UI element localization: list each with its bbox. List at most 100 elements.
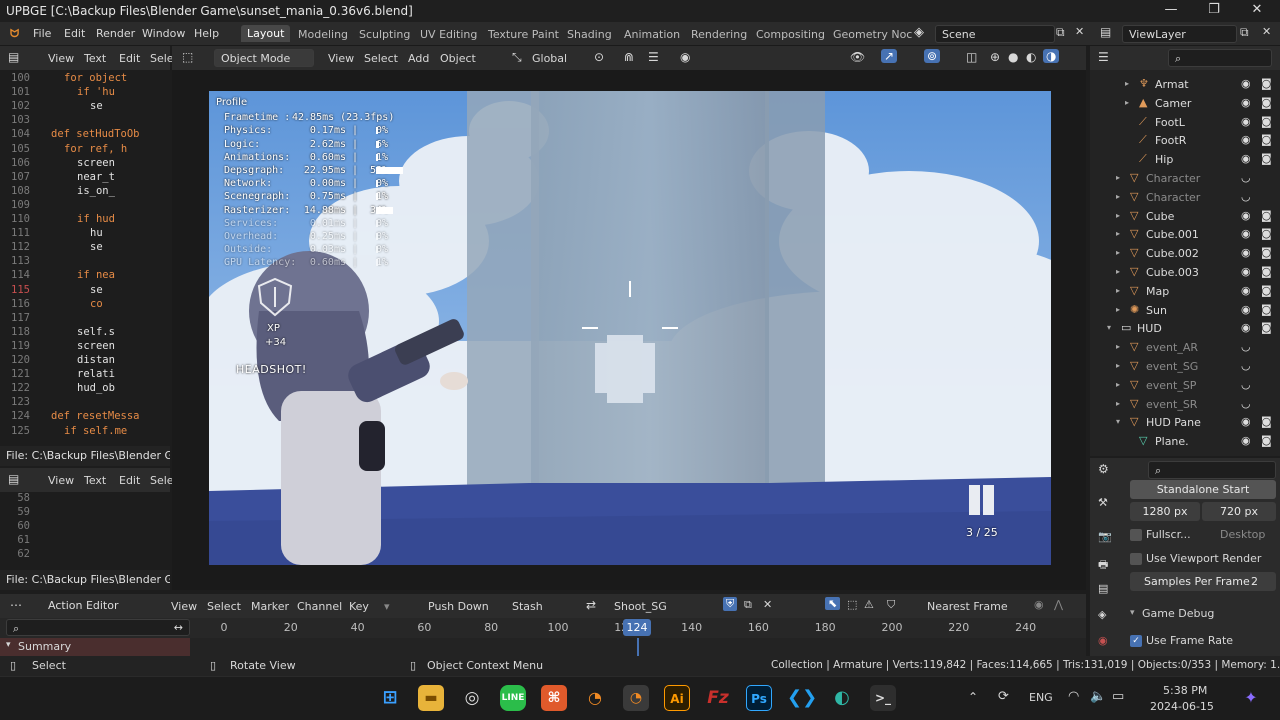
eye-icon[interactable]: ◉ [1241, 321, 1251, 334]
wireframe-shading-icon[interactable]: ⊕ [990, 50, 1000, 64]
wifi-icon[interactable]: ◠ [1068, 689, 1079, 704]
chevron-right-icon[interactable]: ▸ [1116, 229, 1120, 238]
timeline-ruler[interactable]: ⌕ ↔ 020406080100120140160180200220240 12… [0, 618, 1086, 638]
action-browse-icon[interactable]: ⇄ [586, 598, 596, 612]
filter-icon[interactable]: ⛉ [887, 598, 895, 612]
workspace-tab-compositing[interactable]: Compositing [756, 28, 825, 41]
menu-file[interactable]: File [33, 27, 51, 40]
eye-closed-icon[interactable]: ◡ [1241, 359, 1251, 372]
render-camera-icon[interactable]: ◙ [1261, 284, 1272, 297]
workspace-tab-rendering[interactable]: Rendering [691, 28, 747, 41]
show-hidden-icon[interactable]: ⬚ [847, 598, 857, 611]
overlays-toggle-icon[interactable]: ⊚ [924, 49, 941, 63]
new-action-icon[interactable]: ⧉ [744, 598, 752, 612]
render-camera-icon[interactable]: ◙ [1261, 96, 1272, 109]
snap-icon[interactable]: ⋒ [624, 50, 634, 64]
render-camera-icon[interactable]: ◙ [1261, 209, 1272, 222]
eye-closed-icon[interactable]: ◡ [1241, 340, 1251, 353]
render-camera-icon[interactable]: ◙ [1261, 265, 1272, 278]
transform-orientation-icon[interactable]: ⤡ [512, 50, 522, 65]
outliner-item[interactable]: ▸ ▽ event_SP ◡ [1090, 376, 1280, 395]
eye-icon[interactable]: ◉ [1241, 209, 1251, 222]
text-editor-code[interactable]: 100 for object 101 if 'hu 102 se 103 104 def set… [0, 70, 170, 446]
eye-icon[interactable]: ◉ [1241, 284, 1251, 297]
swap-icon[interactable]: ↔ [174, 621, 183, 634]
action-editor-mode-dropdown[interactable]: Action Editor [42, 597, 160, 615]
edge-icon[interactable]: ◐ [829, 685, 855, 711]
new-scene-icon[interactable]: ⧉ [1056, 25, 1065, 40]
obs-icon[interactable]: ◎ [459, 685, 485, 711]
workspace-tab-uv-editing[interactable]: UV Editing [420, 28, 477, 41]
workspace-tab-modeling[interactable]: Modeling [298, 28, 348, 41]
orientation-dropdown[interactable]: Global [532, 52, 567, 65]
volume-icon[interactable]: 🔈 [1090, 689, 1106, 704]
terminal-icon[interactable]: >_ [870, 685, 896, 711]
outliner-item[interactable]: ⟋ FootL ◉ ◙ [1090, 113, 1280, 132]
outliner-item[interactable]: ▸ ▽ Cube.003 ◉ ◙ [1090, 263, 1280, 282]
text-editor-2-code[interactable]: 58 59 60 61 62 [0, 492, 170, 570]
chevron-right-icon[interactable]: ▸ [1116, 305, 1120, 314]
blender-logo-icon[interactable]: ᗢ [10, 27, 19, 41]
properties-search-input[interactable]: ⌕ [1148, 461, 1276, 479]
falloff-icon[interactable]: ⋀ [1054, 598, 1063, 611]
viewport-menu-view[interactable]: View [328, 52, 354, 65]
use-frame-rate-checkbox[interactable]: ✓ [1130, 635, 1142, 647]
view-layer-tab-icon[interactable]: ▤ [1098, 582, 1108, 595]
maximize-icon[interactable]: ❐ [1199, 2, 1229, 17]
chevron-right-icon[interactable]: ▸ [1116, 399, 1120, 408]
object-mode-dropdown[interactable]: Object Mode [214, 49, 314, 67]
chevron-down-icon[interactable]: ▾ [1107, 323, 1111, 332]
menu-render[interactable]: Render [96, 27, 135, 40]
resolution-y-field[interactable]: 720 px [1202, 502, 1276, 521]
chevron-right-icon[interactable]: ▸ [1116, 286, 1120, 295]
eye-icon[interactable]: ◉ [1241, 303, 1251, 316]
samples-per-frame-field[interactable]: Samples Per Frame 2 [1130, 572, 1276, 591]
chevron-right-icon[interactable]: ▸ [1116, 342, 1120, 351]
filezilla-icon[interactable]: Fz [705, 685, 731, 711]
text2-menu-text[interactable]: Text [84, 474, 106, 487]
ae-menu-key[interactable]: Key [349, 600, 369, 613]
workspace-tab-texture-paint[interactable]: Texture Paint [488, 28, 559, 41]
render-camera-icon[interactable]: ◙ [1261, 246, 1272, 259]
outliner-item[interactable]: ▸ ✺ Sun ◉ ◙ [1090, 301, 1280, 320]
action-name-field[interactable]: Shoot_SG [614, 600, 667, 613]
visibility-icon[interactable]: 👁 [850, 50, 865, 64]
remove-view-layer-icon[interactable]: ✕ [1262, 25, 1271, 38]
vscode-icon[interactable]: ❮❯ [787, 685, 817, 711]
eye-closed-icon[interactable]: ◡ [1241, 190, 1251, 203]
render-camera-icon[interactable]: ◙ [1261, 227, 1272, 240]
battery-icon[interactable]: ▭ [1112, 689, 1124, 704]
tool-tab-icon[interactable]: ⚒ [1098, 496, 1108, 509]
properties-type-icon[interactable]: ⚙ [1098, 462, 1109, 476]
close-icon[interactable]: ✕ [1242, 2, 1272, 17]
text2-menu-view[interactable]: View [48, 474, 74, 487]
render-tab-icon[interactable]: 📷 [1098, 530, 1112, 543]
photoshop-icon[interactable]: Ps [746, 685, 772, 711]
chevron-right-icon[interactable]: ▸ [1116, 380, 1120, 389]
sync-icon[interactable]: ⟳ [998, 689, 1009, 704]
editor-type-icon[interactable]: ⬚ [182, 50, 193, 64]
render-camera-icon[interactable]: ◙ [1261, 321, 1272, 334]
clock-date[interactable]: 2024-06-15 [1150, 700, 1214, 713]
text-menu-select[interactable]: Sele [150, 52, 174, 65]
rendered-shading-icon[interactable]: ◑ [1043, 49, 1060, 63]
eye-icon[interactable]: ◉ [1241, 415, 1251, 428]
viewport-menu-select[interactable]: Select [364, 52, 398, 65]
outliner-item[interactable]: ▽ Plane. ◉ ◙ [1090, 432, 1280, 451]
proportional-icon[interactable]: ◉ [1034, 598, 1044, 611]
xray-icon[interactable]: ◫ [966, 50, 977, 64]
snap-target-icon[interactable]: ☰ [648, 50, 659, 64]
render-camera-icon[interactable]: ◙ [1261, 152, 1272, 165]
eye-icon[interactable]: ◉ [1241, 152, 1251, 165]
resolution-x-field[interactable]: 1280 px [1130, 502, 1200, 521]
eye-icon[interactable]: ◉ [1241, 77, 1251, 90]
chevron-right-icon[interactable]: ▸ [1125, 79, 1129, 88]
gizmo-toggle-icon[interactable]: ↗ [881, 49, 898, 63]
new-view-layer-icon[interactable]: ⧉ [1240, 25, 1249, 40]
current-frame-indicator[interactable]: 124 [623, 619, 651, 636]
editor-type-icon[interactable]: ▤ [8, 472, 19, 486]
line-app-icon[interactable]: LINE [500, 685, 526, 711]
eye-icon[interactable]: ◉ [1241, 133, 1251, 146]
show-errors-icon[interactable]: ⚠ [864, 598, 874, 611]
viewport-menu-object[interactable]: Object [440, 52, 476, 65]
